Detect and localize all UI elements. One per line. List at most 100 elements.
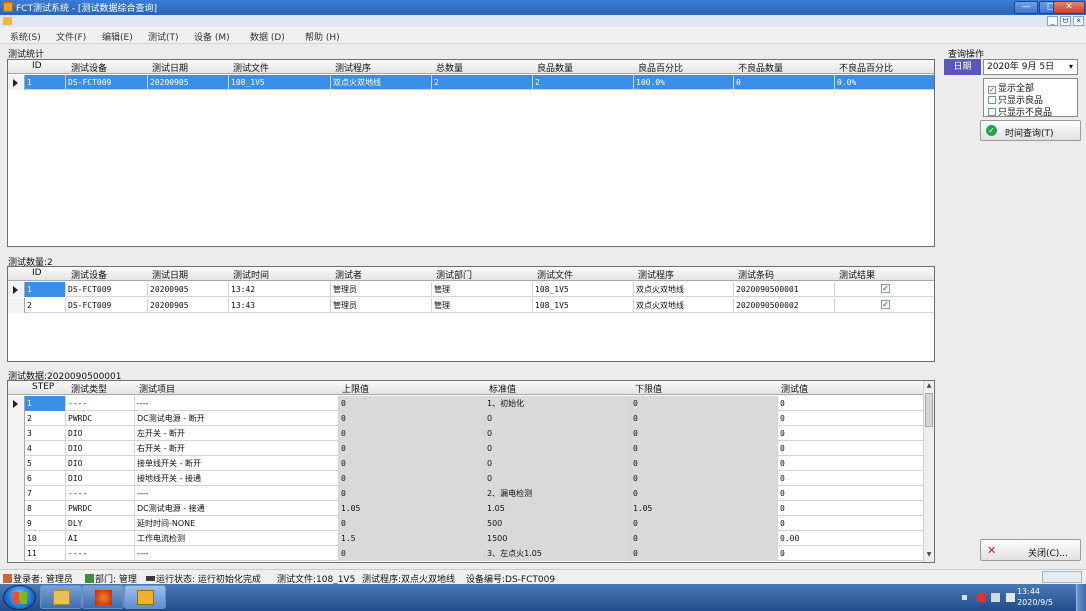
close-window-button[interactable]: ✕ bbox=[1053, 1, 1085, 14]
date-value[interactable]: 2020年 9月 5日 bbox=[987, 62, 1054, 72]
cell[interactable]: PWRDC bbox=[66, 411, 135, 426]
taskbar-explorer-button[interactable] bbox=[40, 585, 82, 609]
column-header[interactable]: 测试设备 bbox=[71, 268, 107, 281]
clock-date[interactable]: 2020/9/5 bbox=[1017, 598, 1053, 607]
row-selector[interactable] bbox=[8, 456, 25, 471]
cell[interactable]: 0 bbox=[631, 546, 778, 561]
cell[interactable]: 9 bbox=[25, 516, 66, 531]
checkbox-bad-only[interactable] bbox=[988, 108, 996, 116]
cell[interactable]: 0 bbox=[778, 441, 925, 456]
cell[interactable]: PWRDC bbox=[66, 501, 135, 516]
close-button[interactable]: ✕ 关闭(C)... bbox=[980, 539, 1081, 561]
table-row[interactable]: 6 DIO 接地线开关 - 接通 0 0 0 0 bbox=[8, 471, 925, 486]
cell[interactable]: 0 bbox=[485, 441, 631, 456]
cell[interactable]: 1.05 bbox=[631, 501, 778, 516]
cell[interactable]: 108_1V5 bbox=[229, 75, 331, 90]
cell[interactable]: 2020090500001 bbox=[734, 282, 835, 297]
cell[interactable]: DS-FCT009 bbox=[66, 75, 148, 90]
cell[interactable]: 管理员 bbox=[331, 298, 432, 313]
cell[interactable]: 0 bbox=[631, 441, 778, 456]
cell[interactable]: 2 bbox=[25, 411, 66, 426]
row-selector[interactable] bbox=[8, 298, 25, 313]
table-row[interactable]: 7 ---- ---- 0 2、漏电检测 0 0 bbox=[8, 486, 925, 501]
cell[interactable]: 8 bbox=[25, 501, 66, 516]
cell[interactable]: 0.0% bbox=[835, 75, 934, 90]
column-header[interactable]: 良品数量 bbox=[537, 61, 573, 74]
cell[interactable]: 管理 bbox=[432, 298, 533, 313]
menu-device[interactable]: 设备 (M) bbox=[194, 30, 230, 43]
cell[interactable]: 0 bbox=[339, 396, 485, 411]
vertical-scrollbar[interactable]: ▲ ▼ bbox=[923, 381, 934, 562]
table-row[interactable]: 8 PWRDC DC测试电源 - 接通 1.05 1.05 1.05 0 bbox=[8, 501, 925, 516]
cell[interactable]: 0 bbox=[339, 441, 485, 456]
mdi-restore-button[interactable]: ᗢ bbox=[1060, 16, 1071, 26]
column-header[interactable]: 测试条码 bbox=[738, 268, 774, 281]
cell[interactable]: 2020090500002 bbox=[734, 298, 835, 313]
cell[interactable]: 1、初始化 bbox=[485, 396, 631, 411]
column-header[interactable]: 测试值 bbox=[781, 382, 808, 395]
column-header[interactable]: 测试时间 bbox=[233, 268, 269, 281]
cell[interactable]: 13:42 bbox=[229, 282, 331, 297]
cell[interactable]: 0 bbox=[778, 426, 925, 441]
mdi-minimize-button[interactable]: _ bbox=[1047, 16, 1058, 26]
table-row[interactable]: 2 DS-FCT009 20200905 13:43 管理员 管理 108_1V… bbox=[8, 298, 934, 313]
cell[interactable]: 0.00 bbox=[778, 531, 925, 546]
cell[interactable]: DIO bbox=[66, 426, 135, 441]
cell[interactable]: DS-FCT009 bbox=[66, 282, 148, 297]
date-picker[interactable]: 2020年 9月 5日 ▾ bbox=[983, 59, 1078, 75]
cell[interactable]: 6 bbox=[25, 471, 66, 486]
cell[interactable]: 0 bbox=[631, 486, 778, 501]
cell[interactable]: 108_1V5 bbox=[533, 282, 634, 297]
table-row[interactable]: 3 DIO 左开关 - 断开 0 0 0 0 bbox=[8, 426, 925, 441]
network-icon[interactable] bbox=[991, 593, 1000, 602]
cell[interactable]: ---- bbox=[66, 396, 135, 411]
row-selector[interactable] bbox=[8, 282, 25, 297]
cell[interactable]: 20200905 bbox=[148, 298, 229, 313]
cell[interactable]: 5 bbox=[25, 456, 66, 471]
cell[interactable]: 2 bbox=[533, 75, 634, 90]
scroll-up-icon[interactable]: ▲ bbox=[924, 382, 934, 392]
result-cell[interactable]: ✓ bbox=[835, 282, 934, 297]
cell[interactable]: 1.5 bbox=[339, 531, 485, 546]
cell[interactable]: 1 bbox=[25, 282, 66, 297]
row-selector[interactable] bbox=[8, 546, 25, 561]
cell[interactable]: 0 bbox=[778, 516, 925, 531]
mdi-close-button[interactable]: ✕ bbox=[1073, 16, 1084, 26]
cell[interactable]: ---- bbox=[135, 486, 339, 501]
cell[interactable]: 0 bbox=[485, 471, 631, 486]
checkbox-good-only[interactable] bbox=[988, 96, 996, 104]
column-header[interactable]: 测试项目 bbox=[139, 382, 175, 395]
menu-file[interactable]: 文件(F) bbox=[56, 30, 86, 43]
show-desktop-button[interactable] bbox=[1076, 584, 1086, 611]
cell[interactable]: DIO bbox=[66, 441, 135, 456]
menu-test[interactable]: 测试(T) bbox=[148, 30, 179, 43]
row-selector[interactable] bbox=[8, 411, 25, 426]
column-header[interactable]: 不良品百分比 bbox=[839, 61, 893, 74]
cell[interactable]: 3 bbox=[25, 426, 66, 441]
cell[interactable]: ---- bbox=[66, 486, 135, 501]
column-header[interactable]: 标准值 bbox=[489, 382, 516, 395]
row-selector[interactable] bbox=[8, 501, 25, 516]
cell[interactable]: 7 bbox=[25, 486, 66, 501]
cell[interactable]: DIO bbox=[66, 456, 135, 471]
cell[interactable]: 0 bbox=[778, 546, 925, 561]
cell[interactable]: 0 bbox=[339, 456, 485, 471]
cell[interactable]: 0 bbox=[778, 501, 925, 516]
row-selector[interactable] bbox=[8, 75, 25, 90]
cell[interactable]: 100.0% bbox=[634, 75, 734, 90]
column-header[interactable]: 良品百分比 bbox=[638, 61, 683, 74]
cell[interactable]: 108_1V5 bbox=[533, 298, 634, 313]
cell[interactable]: 0 bbox=[778, 411, 925, 426]
cell[interactable]: 1 bbox=[25, 396, 66, 411]
cell[interactable]: 0 bbox=[778, 471, 925, 486]
table-row[interactable]: 11 ---- ---- 0 3、左点火1.05 0 0 bbox=[8, 546, 925, 561]
column-header[interactable]: 测试类型 bbox=[71, 382, 107, 395]
row-selector[interactable] bbox=[8, 396, 25, 411]
cell[interactable]: 0 bbox=[339, 546, 485, 561]
result-cell[interactable]: ✓ bbox=[835, 298, 934, 313]
cell[interactable]: 0 bbox=[631, 456, 778, 471]
column-header[interactable]: 测试结果 bbox=[839, 268, 875, 281]
cell[interactable]: 2、漏电检测 bbox=[485, 486, 631, 501]
table-row[interactable]: 2 PWRDC DC测试电源 - 断开 0 0 0 0 bbox=[8, 411, 925, 426]
scroll-thumb[interactable] bbox=[925, 393, 933, 427]
